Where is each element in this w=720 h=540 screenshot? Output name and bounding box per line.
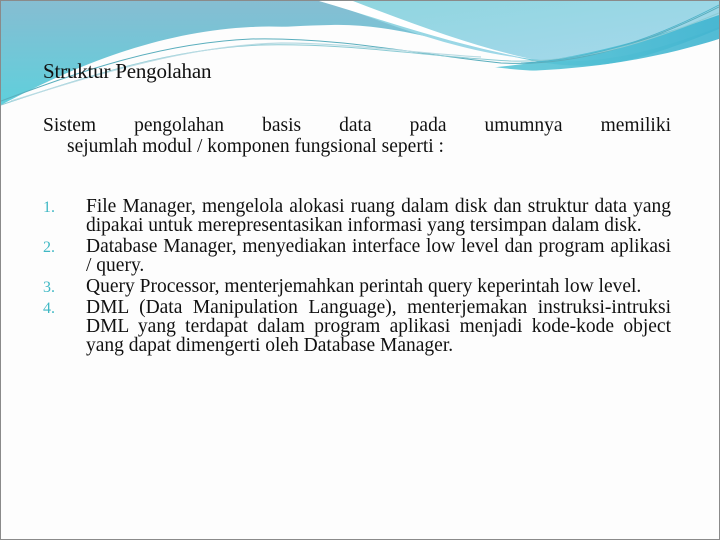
slide: Struktur Pengolahan Sistem pengolahan ba… (0, 0, 720, 540)
header-wave-decoration (1, 1, 719, 111)
slide-title: Struktur Pengolahan (43, 59, 212, 83)
list-text: File Manager, mengelola alokasi ruang da… (86, 196, 671, 236)
list-item: 3. Query Processor, menterjemahkan perin… (43, 276, 671, 297)
list-item: 4. DML (Data Manipulation Language), men… (43, 297, 671, 356)
intro-paragraph: Sistem pengolahan basis data pada umumny… (43, 115, 671, 157)
list-number: 3. (43, 279, 55, 296)
list-number: 4. (43, 300, 55, 317)
list-item: 1. File Manager, mengelola alokasi ruang… (43, 196, 671, 236)
list-text: Query Processor, menterjemahkan perintah… (86, 276, 642, 297)
intro-line-1: Sistem pengolahan basis data pada umumny… (43, 115, 671, 136)
list-text: Database Manager, menyediakan interface … (86, 236, 671, 276)
list-number: 2. (43, 239, 55, 256)
component-list: 1. File Manager, mengelola alokasi ruang… (43, 197, 671, 357)
intro-line-2: sejumlah modul / komponen fungsional sep… (67, 136, 444, 157)
list-item: 2. Database Manager, menyediakan interfa… (43, 236, 671, 276)
list-text: DML (Data Manipulation Language), menter… (86, 297, 671, 356)
list-number: 1. (43, 199, 55, 216)
